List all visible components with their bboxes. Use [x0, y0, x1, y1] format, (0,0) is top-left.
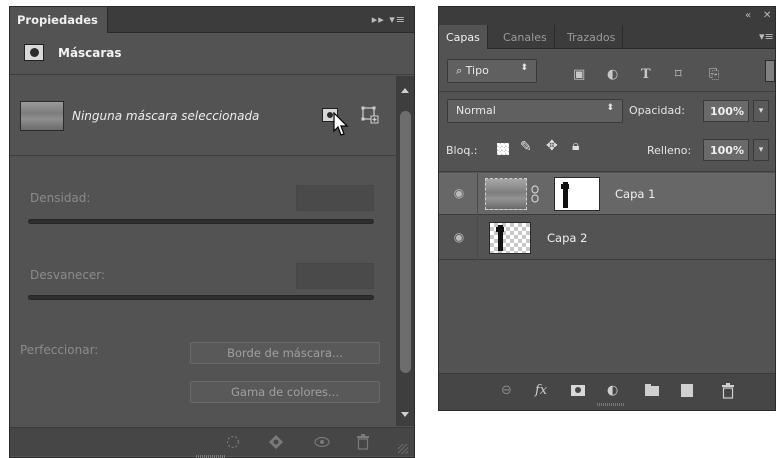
masks-title: Máscaras: [58, 46, 122, 60]
layer-name: Capa 1: [615, 187, 656, 201]
new-group-icon[interactable]: [645, 384, 659, 396]
divider: [439, 91, 775, 92]
mask-edge-button: Borde de máscara...: [190, 342, 380, 364]
properties-footer: [10, 427, 414, 456]
lock-all-icon[interactable]: 🔒︎: [572, 138, 579, 154]
scroll-up-arrow-icon[interactable]: [401, 88, 409, 93]
opacity-dropdown-button[interactable]: ▾: [753, 100, 769, 122]
add-layer-mask-icon[interactable]: [571, 385, 585, 396]
collapse-panel-icon[interactable]: «: [745, 10, 751, 21]
load-selection-icon: [226, 435, 240, 449]
resize-grip-icon[interactable]: [398, 444, 408, 454]
mask-status-text: Ninguna máscara seleccionada: [72, 109, 260, 123]
dropdown-arrows-icon: ⬍: [520, 63, 528, 73]
tab-channels[interactable]: Canales: [496, 25, 555, 49]
smart-object-filter-icon[interactable]: ⎘: [709, 67, 719, 82]
opacity-input[interactable]: 100%: [703, 100, 749, 122]
panel-menu-icon[interactable]: ▾≡: [759, 30, 774, 43]
mask-info-row: Ninguna máscara seleccionada: [10, 76, 396, 156]
properties-scrollbar[interactable]: [396, 76, 414, 426]
panel-menu-icon[interactable]: ▸▸ ▾≡: [372, 13, 406, 26]
adjustment-layer-filter-icon[interactable]: ◐: [607, 67, 618, 82]
layer-name: Capa 2: [547, 231, 588, 245]
lock-image-pixels-icon[interactable]: ✎: [520, 139, 532, 155]
delete-layer-icon[interactable]: [721, 383, 735, 399]
layer-row-capa-2[interactable]: ◉ Capa 2: [439, 216, 775, 260]
add-vector-mask-button[interactable]: [361, 106, 379, 124]
disable-mask-icon: [314, 436, 330, 448]
fill-dropdown-button[interactable]: ▾: [753, 139, 769, 161]
tab-layers[interactable]: Capas: [439, 25, 488, 49]
link-layers-icon[interactable]: ⊖: [501, 383, 512, 398]
filter-toggle-button[interactable]: [765, 60, 775, 82]
masks-header: Máscaras: [10, 33, 414, 75]
delete-mask-icon: [357, 434, 369, 450]
lock-position-icon[interactable]: ✥: [546, 138, 558, 154]
layer-row-capa-1[interactable]: ◉ Capa 1: [439, 173, 775, 215]
divider: [439, 171, 775, 172]
blend-mode-value: Normal: [456, 104, 496, 117]
feather-slider: [28, 295, 374, 300]
properties-tab-bar: Propiedades ▸▸ ▾≡: [10, 7, 414, 33]
mask-thumbnail: [20, 101, 64, 131]
apply-mask-icon: [269, 435, 283, 449]
cursor-arrow-icon: [333, 112, 349, 136]
properties-scrollbar-thumb[interactable]: [400, 111, 411, 373]
shape-layer-filter-icon[interactable]: ⌑: [675, 67, 682, 82]
layer-divider: [477, 216, 478, 260]
search-icon: ⌕: [456, 64, 466, 77]
layer-thumbnail: [489, 222, 531, 254]
type-layer-filter-icon[interactable]: T: [641, 67, 651, 82]
layer-mask-thumbnail[interactable]: [554, 177, 600, 211]
lock-label: Bloq.:: [446, 144, 478, 157]
layers-tab-bar: « ✕ Capas Canales Trazados ▾≡: [439, 7, 775, 49]
dropdown-arrows-icon: ⬍: [606, 103, 614, 113]
tab-properties[interactable]: Propiedades: [10, 7, 108, 33]
visibility-eye-icon[interactable]: ◉: [449, 230, 469, 250]
lock-transparent-pixels-icon[interactable]: [497, 143, 509, 155]
layers-panel: « ✕ Capas Canales Trazados ▾≡ ⌕ Tipo ⬍ ▣…: [438, 6, 776, 411]
new-layer-icon[interactable]: [681, 384, 693, 397]
blend-mode-select[interactable]: Normal ⬍: [447, 99, 623, 123]
layer-thumbnail: [485, 178, 527, 210]
opacity-label: Opacidad:: [629, 104, 685, 117]
new-adjustment-layer-icon[interactable]: ◐: [607, 383, 618, 398]
visibility-eye-icon[interactable]: ◉: [449, 186, 469, 206]
fill-label: Relleno:: [647, 144, 692, 157]
link-icon[interactable]: [531, 185, 539, 203]
layer-mask-icon: [24, 44, 44, 61]
density-label: Densidad:: [30, 191, 91, 205]
add-layer-style-icon[interactable]: fx: [535, 383, 547, 398]
density-slider: [28, 219, 374, 224]
filter-kind-value: Tipo: [465, 64, 489, 77]
density-field: [296, 185, 374, 211]
filter-kind-select[interactable]: ⌕ Tipo ⬍: [447, 59, 537, 83]
feather-label: Desvanecer:: [30, 268, 106, 282]
tab-paths[interactable]: Trazados: [560, 25, 624, 49]
pixel-layer-filter-icon[interactable]: ▣: [573, 67, 585, 82]
scroll-down-arrow-icon[interactable]: [401, 412, 409, 417]
fill-input[interactable]: 100%: [703, 139, 749, 161]
layer-divider: [477, 173, 478, 215]
properties-panel: Propiedades ▸▸ ▾≡ Máscaras Ninguna másca…: [9, 6, 415, 458]
close-panel-icon[interactable]: ✕: [763, 10, 771, 21]
panel-drag-handle[interactable]: [597, 403, 625, 406]
feather-field: [296, 263, 374, 289]
refine-label: Perfeccionar:: [20, 343, 99, 357]
color-range-button: Gama de colores...: [190, 381, 380, 403]
